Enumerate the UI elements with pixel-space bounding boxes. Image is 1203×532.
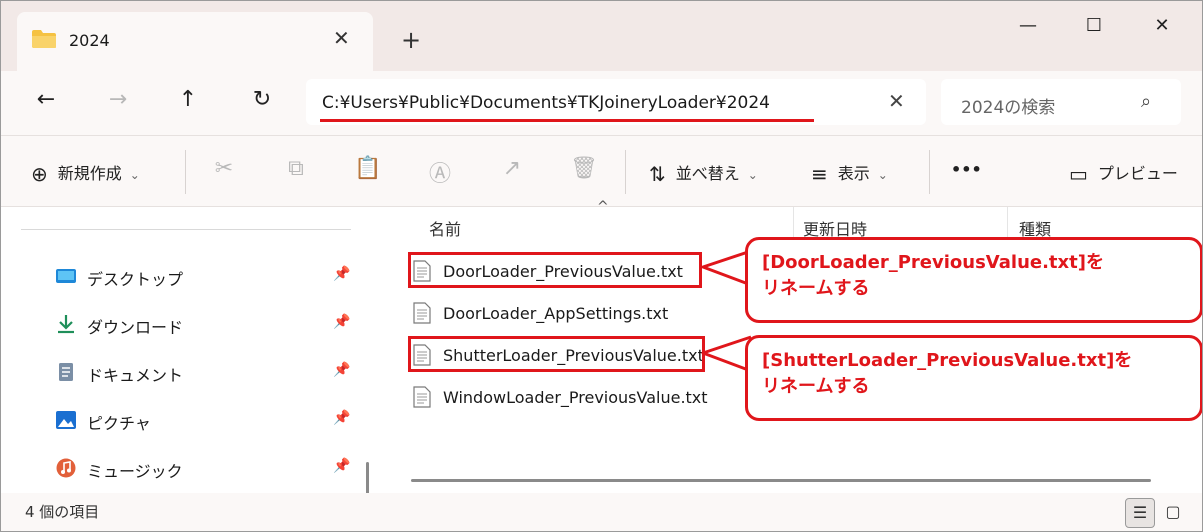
- chevron-down-icon: ⌄: [129, 168, 140, 182]
- file-name: DoorLoader_AppSettings.txt: [443, 304, 669, 323]
- navigation-pane: デスクトップ 📌 ダウンロード 📌 ドキュメント 📌 ピクチャ 📌 ミュージック…: [1, 207, 381, 504]
- chevron-down-icon: ⌄: [877, 168, 888, 182]
- sidebar-item-label: ミュージック: [87, 462, 183, 481]
- document-icon: [59, 363, 73, 381]
- chevron-down-icon: ⌄: [747, 168, 758, 182]
- up-icon[interactable]: ↑: [173, 87, 203, 112]
- column-header-name[interactable]: 名前: [429, 216, 461, 240]
- clear-address-icon[interactable]: ✕: [888, 89, 905, 113]
- search-placeholder: 2024の検索: [961, 98, 1056, 118]
- address-path: C:¥Users¥Public¥Documents¥TKJoineryLoade…: [322, 93, 770, 113]
- back-icon[interactable]: ←: [31, 87, 61, 112]
- search-box[interactable]: 2024の検索 ⌕: [941, 79, 1181, 125]
- explorer-window: 2024 ✕ + — ☐ ✕ ← → ↑ ↻ C:¥Users¥Public¥D…: [0, 0, 1203, 532]
- sidebar-item-label: ピクチャ: [87, 414, 151, 433]
- rename-icon[interactable]: Ⓐ: [425, 156, 455, 188]
- divider: [929, 150, 930, 194]
- preview-pane-icon: ▭: [1069, 162, 1088, 186]
- text-file-icon: [413, 302, 431, 324]
- refresh-icon[interactable]: ↻: [247, 87, 277, 112]
- divider: [625, 150, 626, 194]
- search-icon: ⌕: [1141, 91, 1152, 112]
- pin-icon[interactable]: 📌: [333, 266, 350, 282]
- add-icon: ⊕: [31, 162, 48, 186]
- sidebar-item-downloads[interactable]: ダウンロード 📌: [55, 310, 355, 340]
- more-options-button[interactable]: •••: [951, 160, 982, 179]
- command-bar: ⊕ 新規作成 ⌄ ✂ ⧉ 📋 Ⓐ ↗ 🗑 ⇅ 並べ替え ⌄ ≡ 表示 ⌄ ••• ▭ プレビュ…: [1, 136, 1202, 207]
- minimize-icon[interactable]: —: [1013, 15, 1043, 36]
- forward-icon[interactable]: →: [103, 87, 133, 112]
- sort-label: 並べ替え: [675, 164, 740, 183]
- pin-icon[interactable]: 📌: [333, 362, 350, 378]
- highlight-box: [408, 252, 702, 288]
- callout-door: [DoorLoader_PreviousValue.txt]を リネームする: [745, 237, 1202, 323]
- address-bar[interactable]: C:¥Users¥Public¥Documents¥TKJoineryLoade…: [306, 79, 926, 125]
- file-name: WindowLoader_PreviousValue.txt: [443, 388, 708, 407]
- divider: [185, 150, 186, 194]
- pin-icon[interactable]: 📌: [333, 410, 350, 426]
- callout-shutter: [ShutterLoader_PreviousValue.txt]を リネームす…: [745, 335, 1202, 421]
- status-bar: 4 個の項目 ☰ ▢: [1, 493, 1202, 531]
- sidebar-item-desktop[interactable]: デスクトップ 📌: [55, 262, 355, 292]
- sidebar-item-label: ドキュメント: [87, 366, 184, 385]
- download-icon: [58, 315, 74, 334]
- delete-icon[interactable]: 🗑: [569, 156, 599, 181]
- view-label: 表示: [837, 164, 870, 183]
- pin-icon[interactable]: 📌: [333, 314, 350, 330]
- column-divider[interactable]: [793, 207, 794, 239]
- callout-text: [ShutterLoader_PreviousValue.txt]を リネームす…: [762, 348, 1132, 400]
- sidebar-item-documents[interactable]: ドキュメント 📌: [55, 358, 355, 388]
- text-file-icon: [413, 386, 431, 408]
- sidebar-item-label: デスクトップ: [87, 270, 184, 289]
- callout-line: リネームする: [762, 278, 870, 299]
- new-button[interactable]: ⊕ 新規作成 ⌄: [31, 160, 140, 186]
- paste-icon[interactable]: 📋: [353, 156, 383, 181]
- sidebar-item-music[interactable]: ミュージック 📌: [55, 454, 355, 484]
- callout-line: [DoorLoader_PreviousValue.txt]を: [762, 252, 1104, 273]
- sort-icon: ⇅: [649, 162, 666, 186]
- item-count: 4 個の項目: [25, 503, 100, 521]
- pin-icon[interactable]: 📌: [333, 458, 350, 474]
- new-label: 新規作成: [57, 164, 122, 183]
- pictures-icon: [56, 411, 76, 429]
- title-bar: 2024 ✕ + — ☐ ✕: [1, 1, 1202, 71]
- address-row: ← → ↑ ↻ C:¥Users¥Public¥Documents¥TKJoin…: [1, 71, 1202, 136]
- view-icon: ≡: [811, 162, 828, 186]
- sort-button[interactable]: ⇅ 並べ替え ⌄: [649, 160, 758, 186]
- preview-button[interactable]: ▭ プレビュー: [1069, 160, 1178, 186]
- divider: [21, 229, 351, 230]
- close-tab-icon[interactable]: ✕: [333, 26, 350, 50]
- tiles-view-icon[interactable]: ▢: [1159, 498, 1187, 526]
- callout-line: リネームする: [762, 376, 870, 397]
- address-highlight-underline: [320, 119, 814, 122]
- music-icon: [56, 458, 76, 478]
- callout-line: [ShutterLoader_PreviousValue.txt]を: [762, 350, 1133, 371]
- horizontal-scrollbar[interactable]: [411, 479, 1151, 482]
- desktop-icon: [56, 269, 76, 283]
- cut-icon[interactable]: ✂: [209, 156, 239, 181]
- folder-icon: [32, 30, 56, 48]
- callout-text: [DoorLoader_PreviousValue.txt]を リネームする: [762, 250, 1104, 302]
- share-icon[interactable]: ↗: [497, 156, 527, 181]
- column-divider[interactable]: [1007, 207, 1008, 239]
- view-button[interactable]: ≡ 表示 ⌄: [811, 160, 888, 186]
- sidebar-item-pictures[interactable]: ピクチャ 📌: [55, 406, 355, 436]
- copy-icon[interactable]: ⧉: [281, 156, 311, 181]
- tab-2024[interactable]: 2024 ✕: [17, 12, 373, 71]
- maximize-icon[interactable]: ☐: [1079, 15, 1109, 36]
- tab-title: 2024: [69, 31, 110, 50]
- highlight-box: [408, 336, 705, 372]
- sort-caret-icon: ^: [597, 199, 609, 215]
- close-window-icon[interactable]: ✕: [1147, 15, 1177, 36]
- preview-label: プレビュー: [1097, 164, 1178, 183]
- details-view-icon[interactable]: ☰: [1125, 498, 1155, 528]
- sidebar-item-label: ダウンロード: [87, 318, 184, 337]
- new-tab-icon[interactable]: +: [401, 26, 421, 54]
